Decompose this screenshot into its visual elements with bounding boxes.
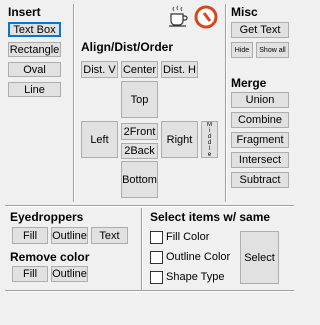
oval-label: Oval bbox=[23, 63, 46, 76]
show-all-label: Show all bbox=[259, 46, 286, 54]
select-label: Select bbox=[244, 251, 275, 264]
bring-to-front-button[interactable]: 2Front bbox=[121, 123, 158, 140]
center-label: Center bbox=[122, 63, 157, 76]
separator bbox=[5, 205, 294, 207]
combine-label: Combine bbox=[237, 114, 283, 126]
coffee-icon[interactable] bbox=[166, 5, 190, 29]
shape-type-label: Shape Type bbox=[166, 271, 225, 283]
oval-button[interactable]: Oval bbox=[8, 62, 61, 77]
align-heading: Align/Dist/Order bbox=[81, 40, 174, 54]
eyedropper-outline-label: Outline bbox=[52, 229, 87, 242]
select-button[interactable]: Select bbox=[240, 231, 279, 284]
insert-heading: Insert bbox=[8, 5, 41, 19]
bottom-button[interactable]: Bottom bbox=[121, 161, 158, 198]
text-box-button[interactable]: Text Box bbox=[8, 22, 61, 37]
remove-outline-label: Outline bbox=[52, 268, 87, 280]
bottom-label: Bottom bbox=[122, 173, 157, 186]
shape-type-checkbox[interactable] bbox=[150, 271, 163, 284]
back-label: 2Back bbox=[124, 145, 155, 157]
eyedropper-text-label: Text bbox=[99, 229, 120, 242]
separator bbox=[73, 4, 75, 202]
fragment-label: Fragment bbox=[236, 134, 284, 146]
remove-color-heading: Remove color bbox=[10, 250, 90, 264]
right-label: Right bbox=[166, 133, 193, 146]
outline-color-checkbox[interactable] bbox=[150, 251, 163, 264]
middle-button[interactable]: Middle bbox=[201, 121, 218, 158]
separator bbox=[5, 290, 294, 292]
get-text-button[interactable]: Get Text bbox=[231, 22, 289, 38]
hide-label: Hide bbox=[234, 46, 250, 54]
left-button[interactable]: Left bbox=[81, 121, 118, 158]
subtract-button[interactable]: Subtract bbox=[231, 172, 289, 188]
middle-label: Middle bbox=[207, 121, 212, 158]
eyedropper-outline-button[interactable]: Outline bbox=[51, 227, 88, 244]
outline-color-label: Outline Color bbox=[166, 251, 231, 263]
hide-button[interactable]: Hide bbox=[231, 42, 253, 58]
separator bbox=[225, 4, 227, 202]
remove-outline-button[interactable]: Outline bbox=[51, 266, 88, 282]
separator bbox=[141, 208, 143, 290]
merge-heading: Merge bbox=[231, 76, 267, 90]
misc-heading: Misc bbox=[231, 5, 258, 19]
show-all-button[interactable]: Show all bbox=[256, 42, 289, 58]
line-label: Line bbox=[24, 83, 45, 96]
dist-h-button[interactable]: Dist. H bbox=[161, 61, 198, 78]
eyedropper-fill-label: Fill bbox=[22, 229, 38, 242]
fill-color-label: Fill Color bbox=[166, 231, 210, 243]
eyedropper-fill-button[interactable]: Fill bbox=[12, 227, 48, 244]
remove-fill-button[interactable]: Fill bbox=[12, 266, 48, 282]
intersect-button[interactable]: Intersect bbox=[231, 152, 289, 168]
dist-v-button[interactable]: Dist. V bbox=[81, 61, 118, 78]
select-same-heading: Select items w/ same bbox=[150, 210, 271, 224]
get-text-label: Get Text bbox=[239, 24, 281, 36]
left-label: Left bbox=[90, 133, 109, 146]
remove-fill-label: Fill bbox=[22, 268, 38, 280]
rectangle-button[interactable]: Rectangle bbox=[8, 42, 61, 57]
union-button[interactable]: Union bbox=[231, 92, 289, 108]
dist-v-label: Dist. V bbox=[83, 63, 116, 76]
intersect-label: Intersect bbox=[238, 154, 282, 166]
union-label: Union bbox=[245, 94, 275, 106]
top-label: Top bbox=[130, 93, 149, 106]
rectangle-label: Rectangle bbox=[9, 43, 60, 56]
fragment-button[interactable]: Fragment bbox=[231, 132, 289, 148]
eyedroppers-heading: Eyedroppers bbox=[10, 210, 84, 224]
eyedropper-text-button[interactable]: Text bbox=[91, 227, 128, 244]
send-to-back-button[interactable]: 2Back bbox=[121, 143, 158, 159]
center-button[interactable]: Center bbox=[121, 61, 158, 78]
top-button[interactable]: Top bbox=[121, 81, 158, 118]
fill-color-checkbox[interactable] bbox=[150, 231, 163, 244]
line-button[interactable]: Line bbox=[8, 82, 61, 97]
subtract-label: Subtract bbox=[239, 174, 281, 186]
front-label: 2Front bbox=[123, 125, 156, 138]
dist-h-label: Dist. H bbox=[163, 63, 196, 76]
cancel-icon[interactable] bbox=[193, 4, 219, 30]
combine-button[interactable]: Combine bbox=[231, 112, 289, 128]
text-box-label: Text Box bbox=[13, 23, 56, 36]
right-button[interactable]: Right bbox=[161, 121, 198, 158]
